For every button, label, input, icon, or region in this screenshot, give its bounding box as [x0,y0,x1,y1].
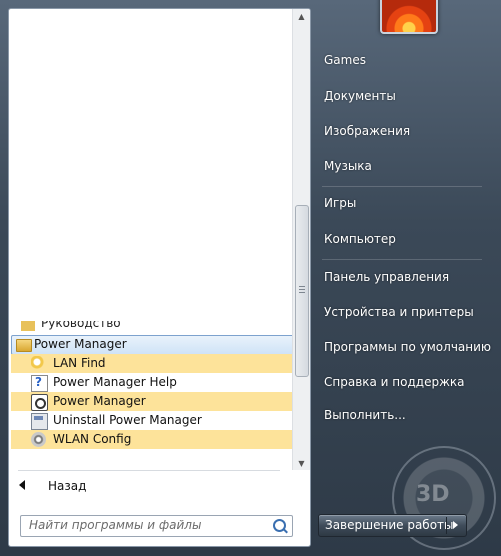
program-power-manager[interactable]: Power Manager [11,392,293,411]
back-label: Назад [48,479,87,493]
program-lan-find[interactable]: LAN Find [11,354,293,373]
menu-default-programs[interactable]: Программы по умолчанию [324,340,491,354]
program-power-manager-help[interactable]: Power Manager Help [11,373,293,392]
search-placeholder: Найти программы и файлы [29,518,202,532]
folder-label: Power Manager [34,337,127,351]
divider [446,517,447,534]
wlan-config-icon [31,432,46,447]
shutdown-button[interactable]: Завершение работы [318,514,467,537]
list-item-partial[interactable]: Руководство [17,321,217,331]
help-icon [31,375,48,392]
menu-games-ru[interactable]: Игры [324,196,356,210]
menu-computer[interactable]: Компьютер [324,232,396,246]
divider [322,186,482,187]
vertical-scrollbar[interactable]: ▲ ▼ [292,9,310,472]
avatar[interactable] [380,0,438,34]
menu-music[interactable]: Музыка [324,159,372,173]
menu-devices-printers[interactable]: Устройства и принтеры [324,305,474,319]
menu-control-panel[interactable]: Панель управления [324,270,449,284]
menu-help-support[interactable]: Справка и поддержка [324,375,465,389]
folder-icon [21,321,35,331]
all-programs-pane: Руководство Power Manager LAN Find Power… [8,8,311,473]
back-arrow-icon [19,480,25,490]
divider [18,470,280,471]
folder-icon [16,339,32,352]
program-wlan-config[interactable]: WLAN Config [11,430,293,449]
back-button[interactable]: Назад [8,478,309,498]
menu-pictures[interactable]: Изображения [324,124,410,138]
power-manager-icon [31,394,48,411]
divider [322,259,482,260]
shutdown-label: Завершение работы [325,518,454,532]
menu-run[interactable]: Выполнить... [324,408,406,422]
menu-games[interactable]: Games [324,53,366,67]
shutdown-options-icon[interactable] [453,521,458,529]
program-list: Руководство Power Manager LAN Find Power… [9,9,293,472]
search-input[interactable]: Найти программы и файлы [20,515,293,537]
lan-find-icon [31,356,46,371]
scroll-up-icon[interactable]: ▲ [293,9,310,25]
menu-documents[interactable]: Документы [324,89,396,103]
grip-icon [299,286,305,293]
scrollbar-thumb[interactable] [295,205,309,377]
program-uninstall-power-manager[interactable]: Uninstall Power Manager [11,411,293,430]
folder-power-manager[interactable]: Power Manager [11,335,293,355]
search-icon[interactable] [273,519,286,532]
uninstall-icon [31,413,48,430]
